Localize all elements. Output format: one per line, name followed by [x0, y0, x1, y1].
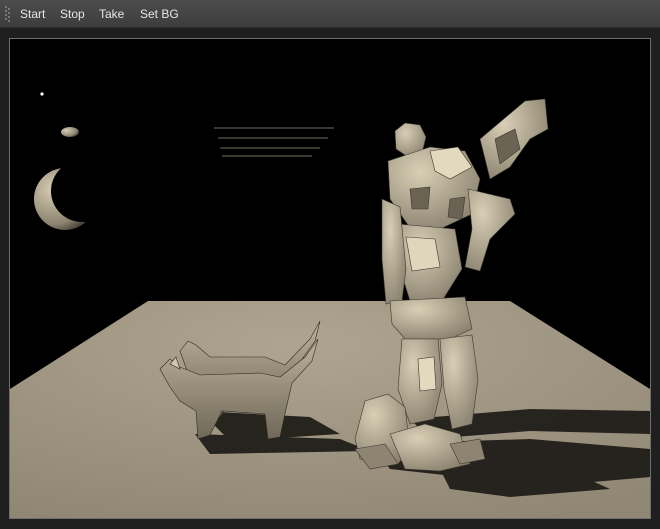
toolbar: Start Stop Take Set BG [0, 0, 660, 28]
render-scene [10, 92, 650, 518]
crescent-planet [34, 160, 113, 230]
small-moon [61, 127, 79, 137]
render-viewport[interactable] [9, 38, 651, 519]
distant-debris [214, 127, 334, 157]
start-button[interactable]: Start [20, 0, 45, 28]
take-button[interactable]: Take [99, 0, 124, 28]
toolbar-grip-handle[interactable] [5, 6, 11, 22]
star-dot [40, 92, 44, 96]
set-bg-button[interactable]: Set BG [140, 0, 179, 28]
stop-button[interactable]: Stop [60, 0, 85, 28]
